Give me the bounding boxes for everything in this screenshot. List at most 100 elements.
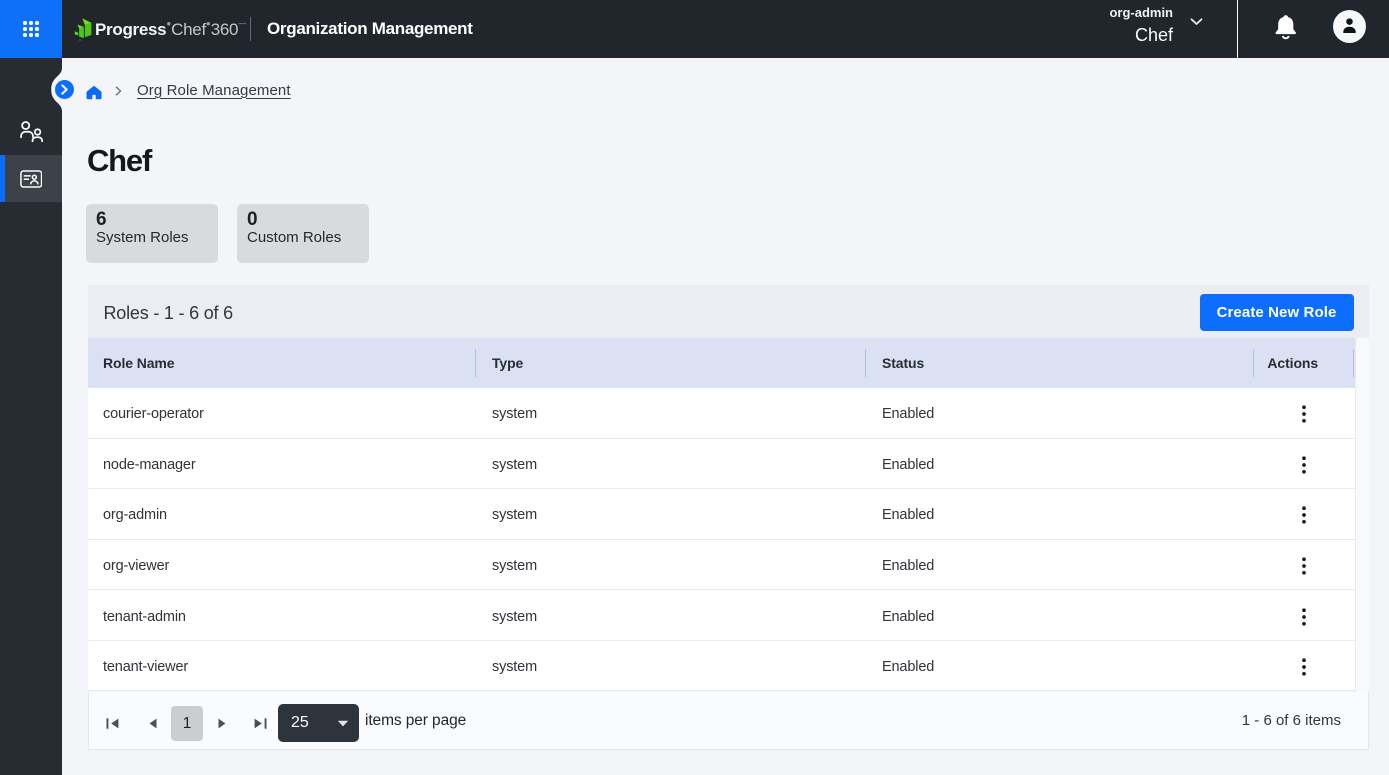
table-row: node-managersystemEnabled (88, 439, 1355, 490)
breadcrumb-separator-icon (115, 86, 122, 96)
page-range-label: 1 - 6 of 6 items (1242, 692, 1341, 750)
cell-type: system (475, 439, 865, 489)
topbar-divider-right (1237, 0, 1238, 58)
roles-grid: Role Name Type Status Actions courier-op… (88, 338, 1369, 692)
current-page-button[interactable]: 1 (171, 706, 203, 741)
cell-status: Enabled (865, 540, 1253, 590)
grid-header-row: Role Name Type Status Actions (88, 338, 1355, 388)
account-role: org-admin (1109, 5, 1173, 20)
cell-actions (1253, 641, 1355, 691)
stat-cards: 6 System Roles 0 Custom Roles (86, 204, 369, 263)
page-size-select[interactable]: 25 (278, 704, 359, 742)
bell-icon (1273, 14, 1299, 42)
next-page-icon (218, 718, 226, 729)
breadcrumb: Org Role Management (86, 82, 291, 98)
last-page-icon (254, 718, 267, 729)
column-header-role-name: Role Name (88, 338, 475, 388)
cell-actions (1253, 439, 1355, 489)
user-avatar-icon (1333, 10, 1366, 43)
system-roles-card: 6 System Roles (86, 204, 218, 263)
app-window: Progress●Chef●360— Organization Manageme… (0, 0, 1389, 775)
dropdown-arrow-icon (337, 720, 349, 727)
user-menu-button[interactable] (1333, 10, 1366, 43)
grid-scrollbar-track[interactable] (1355, 338, 1369, 692)
account-org: Chef (1109, 24, 1173, 47)
row-actions-button[interactable] (1290, 602, 1318, 632)
cell-actions (1253, 540, 1355, 590)
cell-actions (1253, 590, 1355, 640)
sidebar-expand-button[interactable] (55, 80, 74, 99)
column-header-type: Type (475, 338, 865, 388)
custom-roles-card: 0 Custom Roles (237, 204, 369, 263)
notifications-button[interactable] (1273, 14, 1299, 42)
create-new-role-button[interactable]: Create New Role (1200, 294, 1354, 331)
kebab-menu-icon (1302, 405, 1306, 423)
system-roles-label: System Roles (96, 228, 208, 247)
cell-role-name: tenant-admin (88, 590, 475, 640)
top-bar: Progress●Chef●360— Organization Manageme… (0, 0, 1389, 58)
cell-status: Enabled (865, 388, 1253, 438)
table-row: tenant-adminsystemEnabled (88, 590, 1355, 641)
main-content: Org Role Management Chef 6 System Roles … (62, 58, 1389, 775)
cell-status: Enabled (865, 641, 1253, 691)
kebab-menu-icon (1302, 456, 1306, 474)
home-icon (86, 85, 102, 100)
cell-status: Enabled (865, 590, 1253, 640)
kebab-menu-icon (1302, 557, 1306, 575)
table-row: org-adminsystemEnabled (88, 489, 1355, 540)
waffle-menu-icon (22, 20, 40, 38)
previous-page-button[interactable] (141, 711, 165, 735)
table-row: org-viewersystemEnabled (88, 540, 1355, 591)
cell-role-name: tenant-viewer (88, 641, 475, 691)
first-page-icon (106, 718, 119, 729)
kebab-menu-icon (1302, 608, 1306, 626)
page-title: Chef (87, 143, 151, 179)
page-size-value: 25 (291, 704, 309, 742)
first-page-button[interactable] (100, 711, 124, 735)
row-actions-button[interactable] (1290, 450, 1318, 480)
sidebar-item-org-roles[interactable] (0, 155, 62, 202)
column-separator (1253, 349, 1254, 377)
kebab-menu-icon (1302, 506, 1306, 524)
sidebar-item-users[interactable] (0, 108, 62, 155)
column-separator (475, 349, 476, 377)
row-actions-button[interactable] (1290, 500, 1318, 530)
grid-summary: Roles - 1 - 6 of 6 (104, 287, 233, 340)
kebab-menu-icon (1302, 658, 1306, 676)
cell-status: Enabled (865, 439, 1253, 489)
cell-actions (1253, 388, 1355, 438)
cell-type: system (475, 641, 865, 691)
column-header-status: Status (865, 338, 1253, 388)
brand-logo: Progress●Chef●360— (74, 0, 246, 58)
brand-text: Progress●Chef●360— (95, 19, 246, 40)
app-launcher-button[interactable] (0, 0, 62, 58)
cell-type: system (475, 388, 865, 438)
progress-logo-icon (74, 17, 92, 42)
items-per-page-label: items per page (365, 692, 466, 750)
cell-type: system (475, 489, 865, 539)
breadcrumb-home-link[interactable] (86, 85, 102, 100)
grid-toolbar: Roles - 1 - 6 of 6 Create New Role (88, 285, 1369, 338)
cell-type: system (475, 590, 865, 640)
app-title: Organization Management (267, 0, 473, 58)
cell-type: system (475, 540, 865, 590)
users-icon (20, 121, 43, 143)
cell-role-name: org-admin (88, 489, 475, 539)
row-actions-button[interactable] (1290, 652, 1318, 682)
row-actions-button[interactable] (1290, 551, 1318, 581)
account-switcher[interactable]: org-admin Chef (1109, 5, 1173, 47)
row-actions-button[interactable] (1290, 399, 1318, 429)
next-page-button[interactable] (210, 711, 234, 735)
cell-role-name: org-viewer (88, 540, 475, 590)
chevron-down-icon[interactable] (1190, 18, 1203, 26)
cell-role-name: courier-operator (88, 388, 475, 438)
grid-body: courier-operatorsystemEnablednode-manage… (88, 388, 1355, 691)
previous-page-icon (149, 718, 157, 729)
sidebar (0, 58, 62, 775)
id-card-icon (20, 170, 43, 188)
breadcrumb-link-org-role-management[interactable]: Org Role Management (137, 82, 291, 99)
custom-roles-label: Custom Roles (247, 228, 359, 247)
cell-actions (1253, 489, 1355, 539)
column-separator (1353, 349, 1354, 377)
last-page-button[interactable] (248, 711, 272, 735)
